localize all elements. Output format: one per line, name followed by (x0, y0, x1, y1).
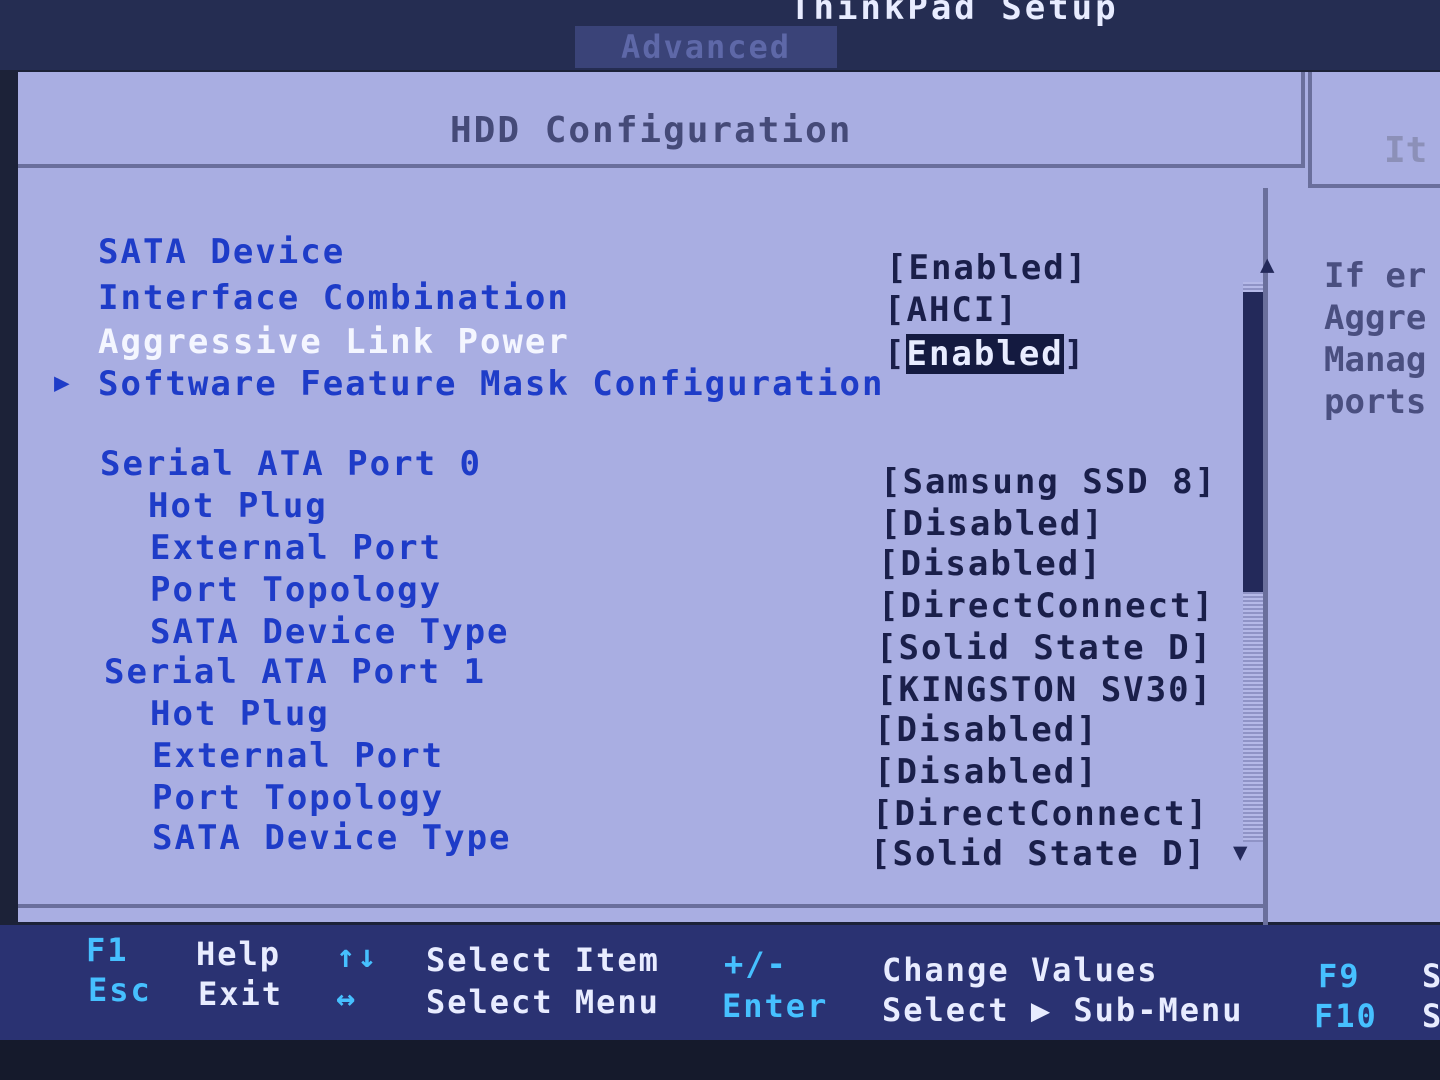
setting-label-port1-port-topology[interactable]: Port Topology (152, 778, 444, 818)
setting-value-serial-ata-port-1[interactable]: [KINGSTON SV30] (876, 670, 1213, 710)
help-line-4: ports (1324, 382, 1427, 422)
title-bar: ThinkPad Setup Advanced (0, 0, 1440, 70)
f9-key[interactable]: F9 (1318, 957, 1361, 995)
setting-value-port1-sata-device-type[interactable]: [Solid State D] (870, 834, 1207, 874)
help-line-1: If er (1324, 256, 1427, 296)
key-legend-bar: F1 Help Esc Exit ↑↓ Select Item ↔ Select… (0, 925, 1440, 1040)
setting-value-port0-sata-device-type[interactable]: [Solid State D] (876, 628, 1213, 668)
up-down-arrows-icon[interactable]: ↑↓ (336, 937, 379, 975)
setting-value-aggressive-link-power[interactable]: [Enabled] (884, 334, 1086, 374)
f9-label: S (1422, 957, 1440, 995)
scrollbar-thumb[interactable] (1243, 292, 1263, 592)
setting-label-port0-hot-plug[interactable]: Hot Plug (148, 486, 328, 526)
f10-key[interactable]: F10 (1314, 997, 1378, 1035)
help-title: It (1384, 130, 1428, 171)
setting-label-port0-sata-device-type[interactable]: SATA Device Type (150, 612, 510, 652)
select-submenu-label: Select ▶ Sub-Menu (882, 991, 1244, 1029)
setting-submenu-software-feature-mask[interactable]: Software Feature Mask Configuration (98, 364, 884, 404)
enter-key[interactable]: Enter (722, 987, 828, 1025)
f1-key[interactable]: F1 (86, 931, 129, 969)
setting-label-port1-sata-device-type[interactable]: SATA Device Type (152, 818, 512, 858)
setting-value-port0-hot-plug[interactable]: [Disabled] (880, 504, 1105, 544)
setting-value-serial-ata-port-0[interactable]: [Samsung SSD 8] (880, 462, 1217, 502)
scroll-up-icon[interactable]: ▲ (1260, 250, 1274, 278)
left-right-arrows-icon[interactable]: ↔ (336, 979, 357, 1017)
setting-label-serial-ata-port-0[interactable]: Serial ATA Port 0 (100, 444, 482, 484)
setting-value-interface-combination[interactable]: [AHCI] (884, 290, 1019, 330)
setting-label-port1-hot-plug[interactable]: Hot Plug (150, 694, 330, 734)
app-title: ThinkPad Setup (790, 0, 1119, 28)
setting-label-port0-external-port[interactable]: External Port (150, 528, 442, 568)
page-title: HDD Configuration (450, 110, 853, 151)
setting-value-port1-port-topology[interactable]: [DirectConnect] (872, 794, 1209, 834)
f10-label: S (1422, 997, 1440, 1035)
help-line-2: Aggre (1324, 298, 1427, 338)
setting-value-port1-hot-plug[interactable]: [Disabled] (874, 710, 1099, 750)
monitor-bezel (0, 1040, 1440, 1080)
f1-label: Help (196, 935, 282, 973)
change-values-label: Change Values (882, 951, 1159, 989)
setting-value-port1-external-port[interactable]: [Disabled] (874, 752, 1099, 792)
selected-value-highlight: Enabled (906, 334, 1064, 374)
setting-label-sata-device[interactable]: SATA Device (98, 232, 345, 272)
plus-minus-key[interactable]: +/- (724, 945, 788, 983)
setting-value-port0-external-port[interactable]: [Disabled] (878, 544, 1103, 584)
help-line-3: Manag (1324, 340, 1427, 380)
select-item-label: Select Item (426, 941, 660, 979)
esc-label: Exit (198, 975, 284, 1013)
main-header: HDD Configuration (18, 72, 1305, 168)
esc-key[interactable]: Esc (88, 971, 152, 1009)
bottom-divider (18, 904, 1268, 908)
submenu-arrow-icon: ▶ (54, 368, 70, 398)
setting-label-port1-external-port[interactable]: External Port (152, 736, 444, 776)
setting-label-port0-port-topology[interactable]: Port Topology (150, 570, 442, 610)
setting-value-port0-port-topology[interactable]: [DirectConnect] (878, 586, 1215, 626)
setting-label-interface-combination[interactable]: Interface Combination (98, 278, 570, 318)
scroll-down-icon[interactable]: ▼ (1233, 838, 1247, 866)
setting-value-sata-device[interactable]: [Enabled] (886, 248, 1088, 288)
panel-divider (1263, 188, 1268, 938)
setup-panel: HDD Configuration It SATA Device [Enable… (18, 72, 1440, 938)
tab-advanced[interactable]: Advanced (575, 26, 837, 68)
select-menu-label: Select Menu (426, 983, 660, 1021)
setting-label-serial-ata-port-1[interactable]: Serial ATA Port 1 (104, 652, 486, 692)
setting-label-aggressive-link-power[interactable]: Aggressive Link Power (98, 322, 570, 362)
help-header: It (1308, 72, 1440, 188)
